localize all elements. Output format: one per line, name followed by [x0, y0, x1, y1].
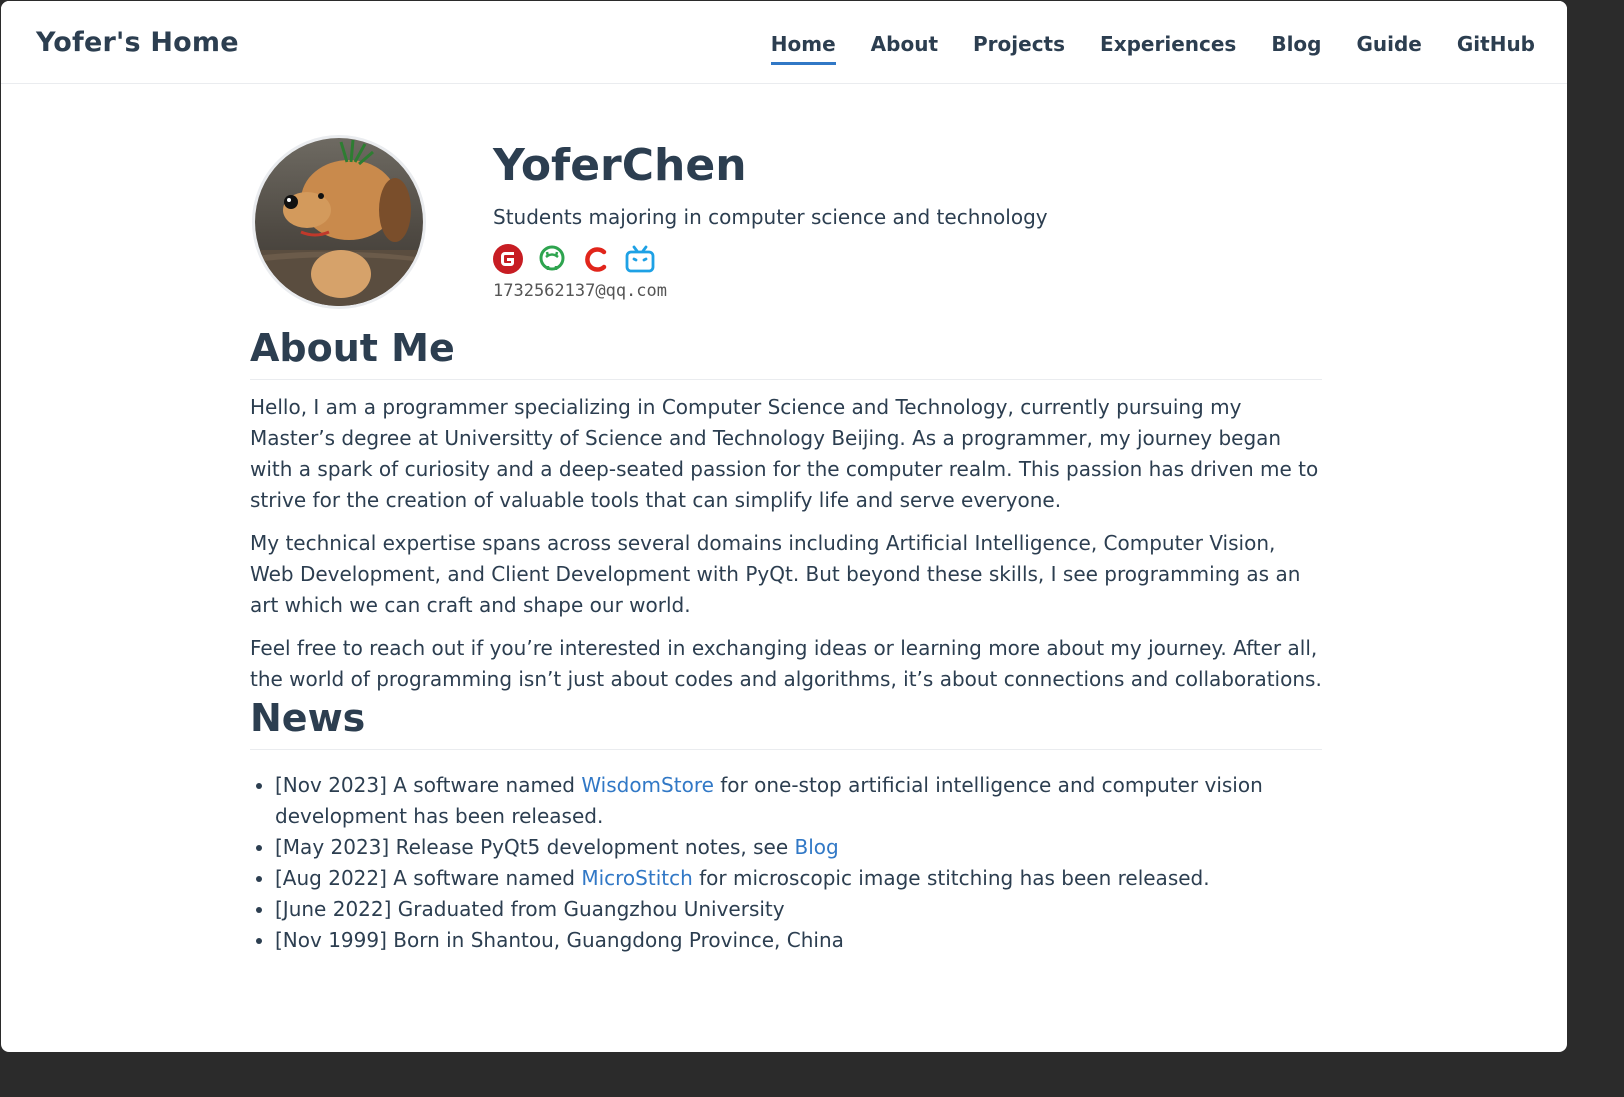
csdn-icon[interactable] [581, 244, 611, 274]
gitee-icon[interactable] [493, 244, 523, 274]
nav-projects[interactable]: Projects [973, 31, 1065, 65]
news-text: [Nov 1999] Born in Shantou, Guangdong Pr… [275, 928, 844, 952]
news-heading: News [250, 695, 1322, 750]
blog-link[interactable]: Blog [795, 835, 839, 859]
browser-window: Yofer's Home Home About Projects Experie… [1, 1, 1567, 1052]
github-icon[interactable] [537, 244, 567, 274]
news-item: [May 2023] Release PyQt5 development not… [275, 832, 1322, 863]
social-links [493, 243, 1048, 275]
profile-info: YoferChen Students majoring in computer … [493, 135, 1048, 301]
news-item: [Nov 1999] Born in Shantou, Guangdong Pr… [275, 925, 1322, 956]
nav-home[interactable]: Home [770, 31, 836, 65]
news-text: [Nov 2023] A software named [275, 773, 582, 797]
profile-email[interactable]: 1732562137@qq.com [493, 281, 1048, 301]
about-paragraph: Feel free to reach out if you’re interes… [250, 636, 1322, 691]
nav-github[interactable]: GitHub [1457, 31, 1535, 65]
about-heading: About Me [250, 325, 1322, 380]
news-text: [May 2023] Release PyQt5 development not… [275, 835, 795, 859]
profile-name: YoferChen [493, 140, 747, 191]
news-text: for microscopic image stitching has been… [692, 866, 1210, 890]
news-item: [Nov 2023] A software named WisdomStore … [275, 770, 1322, 832]
avatar [252, 135, 426, 309]
avatar-image [255, 138, 423, 306]
bilibili-icon[interactable] [625, 244, 655, 274]
navbar: Yofer's Home Home About Projects Experie… [1, 1, 1567, 84]
profile-hero: YoferChen Students majoring in computer … [250, 85, 1322, 325]
main-content: YoferChen Students majoring in computer … [250, 85, 1322, 956]
about-paragraph: My technical expertise spans across seve… [250, 531, 1301, 617]
microstitch-link[interactable]: MicroStitch [581, 866, 692, 890]
about-paragraph: Hello, I am a programmer specializing in… [250, 395, 1319, 512]
wisdomstore-link[interactable]: WisdomStore [581, 773, 714, 797]
nav-links: Home About Projects Experiences Blog Gui… [736, 31, 1535, 65]
profile-tagline: Students majoring in computer science an… [493, 205, 1048, 229]
site-brand[interactable]: Yofer's Home [36, 27, 239, 58]
news-item: [June 2022] Graduated from Guangzhou Uni… [275, 894, 1322, 925]
news-list: [Nov 2023] A software named WisdomStore … [250, 770, 1322, 956]
nav-experiences[interactable]: Experiences [1100, 31, 1236, 65]
news-text: [June 2022] Graduated from Guangzhou Uni… [275, 897, 785, 921]
nav-about[interactable]: About [871, 31, 938, 65]
nav-guide[interactable]: Guide [1356, 31, 1421, 65]
news-item: [Aug 2022] A software named MicroStitch … [275, 863, 1322, 894]
news-text: [Aug 2022] A software named [275, 866, 582, 890]
nav-blog[interactable]: Blog [1271, 31, 1321, 65]
